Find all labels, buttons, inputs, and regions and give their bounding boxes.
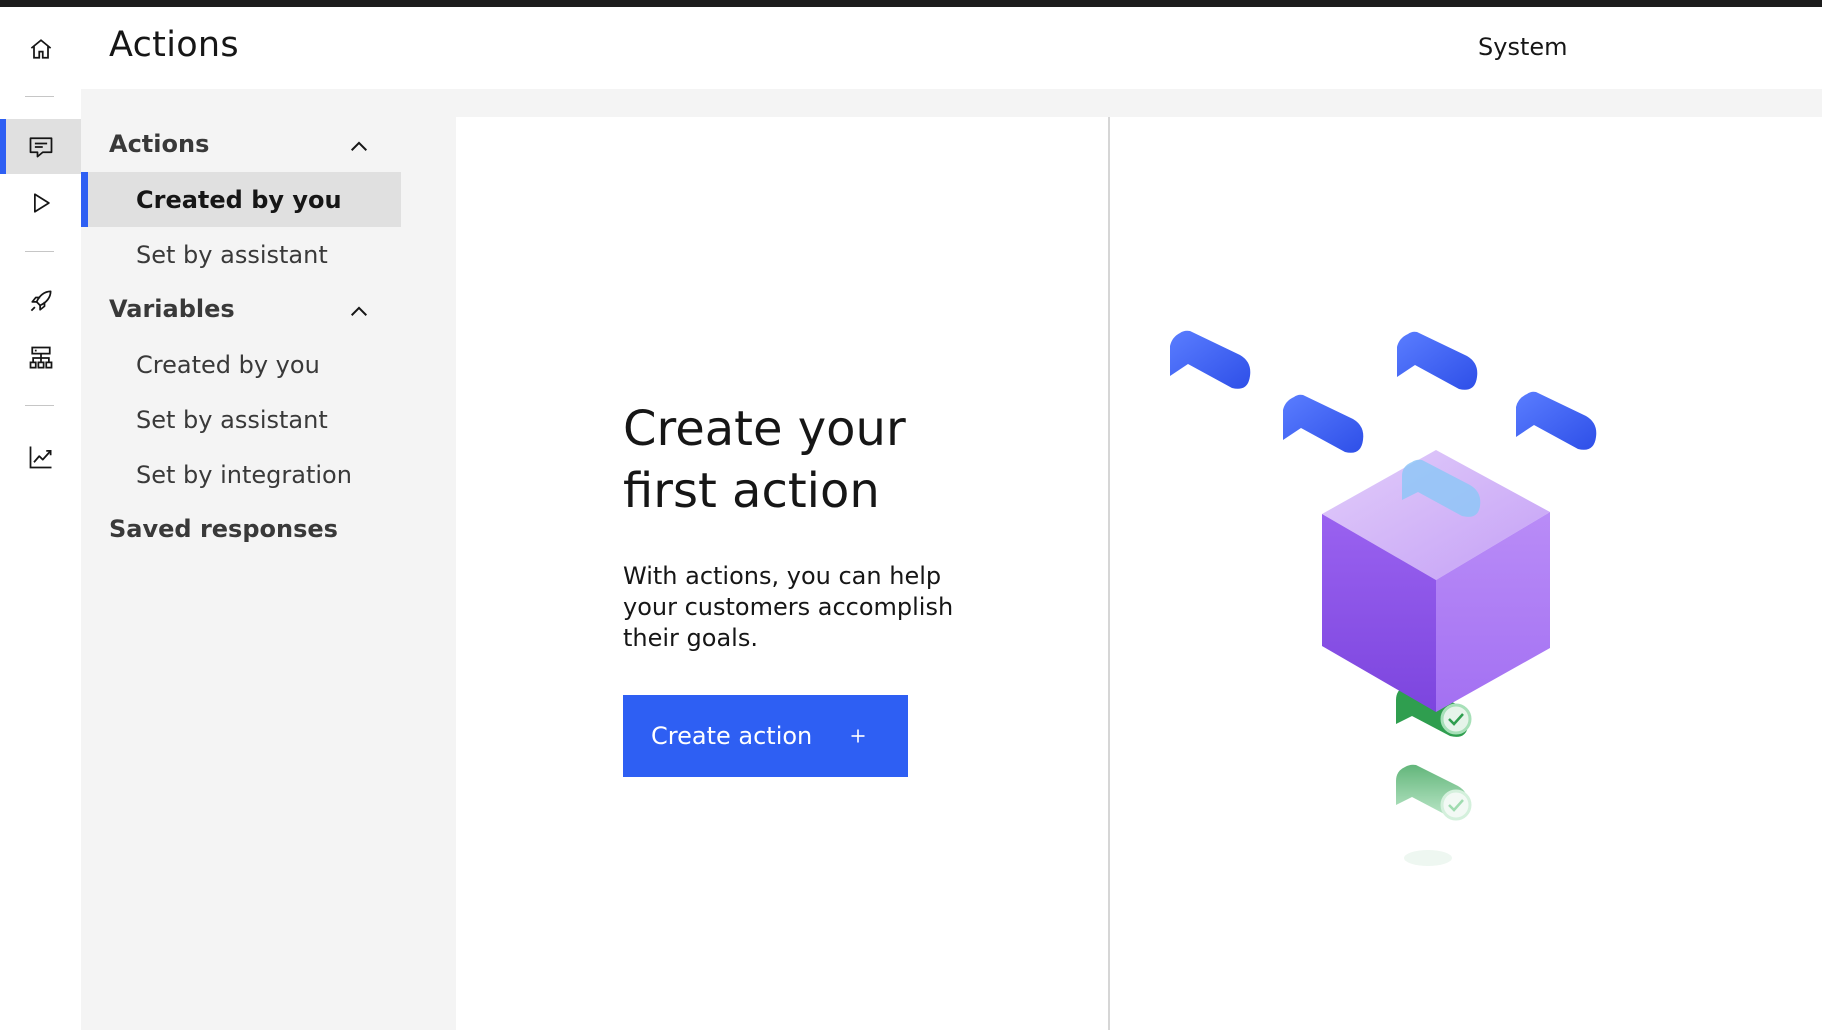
nav-section-label: Actions	[109, 130, 210, 158]
window-top-border	[0, 0, 1822, 7]
plus-icon	[851, 729, 865, 743]
page-header: Actions System	[81, 7, 1822, 89]
rail-actions-button[interactable]	[0, 119, 81, 174]
rail-separator	[25, 405, 54, 406]
system-menu-link[interactable]: System	[1478, 33, 1568, 61]
chat-icon	[29, 136, 52, 157]
nav-section-saved-responses[interactable]: Saved responses	[81, 502, 401, 557]
create-action-button[interactable]: Create action	[623, 695, 908, 777]
nav-section-actions[interactable]: Actions	[81, 117, 401, 172]
rail-preview-button[interactable]	[0, 175, 81, 230]
chevron-up-icon[interactable]	[346, 299, 372, 325]
nav-item-label: Created by you	[136, 351, 320, 379]
chevron-up-icon[interactable]	[346, 134, 372, 160]
nav-item-variables-created-by-you[interactable]: Created by you	[81, 337, 401, 392]
fading-bubble-icon	[1404, 850, 1452, 866]
rail-separator	[25, 251, 54, 252]
nav-item-label: Set by integration	[136, 461, 352, 489]
rail-environments-button[interactable]	[0, 330, 81, 385]
rocket-icon	[30, 290, 51, 311]
nav-item-actions-created-by-you[interactable]: Created by you	[81, 172, 401, 227]
page-title: Actions	[109, 25, 239, 65]
nav-item-label: Set by assistant	[136, 406, 328, 434]
cube-icon	[1322, 450, 1550, 712]
nav-item-variables-set-by-assistant[interactable]: Set by assistant	[81, 392, 401, 447]
chat-bubble-icon	[1170, 330, 1251, 389]
empty-state-illustration	[1170, 330, 1597, 866]
home-icon	[30, 38, 51, 59]
play-icon	[33, 192, 50, 213]
actions-side-nav: Actions Created by you Set by assistant …	[81, 89, 456, 1030]
left-icon-rail	[0, 7, 81, 1030]
chat-bubble-icon	[1397, 331, 1478, 390]
rail-publish-button[interactable]	[0, 273, 81, 328]
empty-state-title-line: first action	[623, 463, 880, 519]
integrations-icon	[29, 346, 52, 368]
nav-item-label: Created by you	[136, 186, 342, 214]
empty-state-description: With actions, you can help your customer…	[623, 562, 954, 652]
empty-state-title-line: Create your	[623, 401, 906, 457]
chat-bubble-icon	[1283, 394, 1364, 453]
rail-analytics-button[interactable]	[0, 429, 81, 484]
analytics-icon	[29, 446, 51, 468]
create-action-label: Create action	[651, 722, 813, 750]
nav-section-label: Variables	[109, 295, 235, 323]
nav-item-actions-set-by-assistant[interactable]: Set by assistant	[81, 227, 401, 282]
empty-state-title: Create your first action	[623, 398, 1043, 522]
nav-section-variables[interactable]: Variables	[81, 282, 401, 337]
nav-section-label: Saved responses	[109, 515, 338, 543]
rail-home-button[interactable]	[0, 21, 81, 76]
nav-item-label: Set by assistant	[136, 241, 328, 269]
rail-separator	[25, 96, 54, 97]
nav-item-variables-set-by-integration[interactable]: Set by integration	[81, 447, 401, 502]
chat-bubble-icon	[1516, 391, 1597, 450]
chat-bubble-confirmed-icon	[1396, 764, 1472, 821]
